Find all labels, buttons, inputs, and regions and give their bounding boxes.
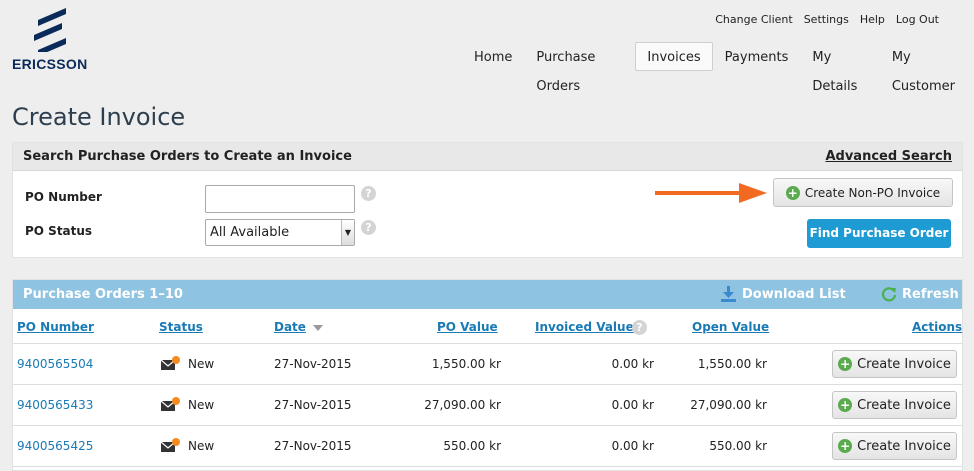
refresh-label: Refresh xyxy=(902,286,959,302)
new-envelope-icon xyxy=(161,397,180,411)
new-envelope-icon xyxy=(161,438,180,452)
nav-home[interactable]: Home xyxy=(462,42,524,71)
find-purchase-order-button[interactable]: Find Purchase Order xyxy=(807,219,951,248)
nav-my-details[interactable]: My Details xyxy=(800,42,879,94)
status-text: New xyxy=(188,357,215,371)
create-invoice-button[interactable]: + Create Invoice xyxy=(832,432,957,460)
sort-desc-icon xyxy=(312,324,323,331)
open-value-text: 550.00 kr xyxy=(709,439,767,453)
table-row: 9400565433 New 27-Nov-2015 27,090.00 kr … xyxy=(13,385,962,426)
search-panel-title: Search Purchase Orders to Create an Invo… xyxy=(23,149,352,164)
invoiced-value-text: 0.00 kr xyxy=(611,398,654,412)
nav-purchase-orders[interactable]: Purchase Orders xyxy=(524,42,635,94)
ericsson-logo[interactable]: ERICSSON xyxy=(12,8,92,74)
nav-invoices[interactable]: Invoices xyxy=(635,42,713,71)
plus-icon: + xyxy=(838,439,853,453)
invoiced-value-text: 0.00 kr xyxy=(611,439,654,453)
col-po-value[interactable]: PO Value xyxy=(437,320,498,334)
nav-my-customer[interactable]: My Customer xyxy=(880,42,974,94)
date-text: 27-Nov-2015 xyxy=(274,398,352,412)
col-po-number[interactable]: PO Number xyxy=(17,320,94,334)
table-header: PO Number Status Date PO Value Invoiced … xyxy=(13,309,962,344)
refresh-button[interactable]: Refresh xyxy=(881,286,959,302)
po-status-label: PO Status xyxy=(25,224,93,238)
po-number-link[interactable]: 9400565504 xyxy=(17,357,93,371)
change-client-link[interactable]: Change Client xyxy=(715,13,792,26)
open-value-text: 1,550.00 kr xyxy=(697,357,767,371)
invoiced-value-text: 0.00 kr xyxy=(611,357,654,371)
col-status[interactable]: Status xyxy=(159,320,203,334)
log-out-link[interactable]: Log Out xyxy=(896,13,939,26)
status-text: New xyxy=(188,439,215,453)
download-list-label: Download List xyxy=(742,286,846,302)
col-invoiced-value[interactable]: Invoiced Value xyxy=(535,320,634,334)
col-actions[interactable]: Actions xyxy=(912,320,962,334)
ericsson-logo-icon xyxy=(34,8,66,52)
po-value-text: 550.00 kr xyxy=(443,439,501,453)
purchase-orders-title: Purchase Orders 1–10 xyxy=(23,287,183,302)
po-number-link[interactable]: 9400565425 xyxy=(17,439,93,453)
col-open-value[interactable]: Open Value xyxy=(692,320,769,334)
advanced-search-link[interactable]: Advanced Search xyxy=(825,149,952,164)
download-icon xyxy=(721,286,736,302)
po-number-label: PO Number xyxy=(25,190,102,204)
plus-icon: + xyxy=(785,185,800,200)
settings-link[interactable]: Settings xyxy=(804,13,849,26)
po-number-input[interactable] xyxy=(205,185,355,213)
plus-icon: + xyxy=(838,398,853,412)
table-row: 9400565425 New 27-Nov-2015 550.00 kr 0.0… xyxy=(13,426,962,467)
po-value-text: 1,550.00 kr xyxy=(431,357,501,371)
pointer-arrow-icon xyxy=(655,183,767,203)
purchase-orders-header: Purchase Orders 1–10 Download List Refre… xyxy=(13,280,962,309)
page-title: Create Invoice xyxy=(12,103,186,131)
create-invoice-label: Create Invoice xyxy=(857,397,951,413)
plus-icon: + xyxy=(838,357,853,371)
search-panel-header: Search Purchase Orders to Create an Invo… xyxy=(13,143,962,171)
refresh-icon xyxy=(881,287,897,302)
select-arrow-icon: ▼ xyxy=(341,220,354,245)
po-value-text: 27,090.00 kr xyxy=(424,398,501,412)
date-text: 27-Nov-2015 xyxy=(274,357,352,371)
create-invoice-label: Create Invoice xyxy=(857,438,951,454)
col-date: Date xyxy=(274,320,306,334)
create-non-po-invoice-label: Create Non-PO Invoice xyxy=(804,185,941,200)
search-panel: Search Purchase Orders to Create an Invo… xyxy=(12,142,963,258)
po-status-help-icon[interactable]: ? xyxy=(361,220,376,235)
purchase-orders-panel: Purchase Orders 1–10 Download List Refre… xyxy=(12,279,963,471)
create-non-po-invoice-button[interactable]: + Create Non-PO Invoice xyxy=(773,178,953,207)
create-invoice-button[interactable]: + Create Invoice xyxy=(832,350,957,378)
po-status-select[interactable]: All Available ▼ xyxy=(205,219,355,246)
main-nav: Home Purchase Orders Invoices Payments M… xyxy=(462,42,974,94)
po-number-link[interactable]: 9400565433 xyxy=(17,398,93,412)
help-link[interactable]: Help xyxy=(860,13,885,26)
nav-payments[interactable]: Payments xyxy=(713,42,801,71)
create-invoice-button[interactable]: + Create Invoice xyxy=(832,391,957,419)
invoiced-value-help-icon[interactable]: ? xyxy=(632,320,647,335)
create-invoice-label: Create Invoice xyxy=(857,356,951,372)
col-date-header[interactable]: Date xyxy=(274,320,323,334)
download-list-button[interactable]: Download List xyxy=(721,286,846,302)
table-row: 9400565504 New 27-Nov-2015 1,550.00 kr 0… xyxy=(13,344,962,385)
ericsson-logo-text: ERICSSON xyxy=(12,56,88,72)
date-text: 27-Nov-2015 xyxy=(274,439,352,453)
new-envelope-icon xyxy=(161,356,180,370)
po-number-help-icon[interactable]: ? xyxy=(361,186,376,201)
po-status-value: All Available xyxy=(210,225,290,240)
status-text: New xyxy=(188,398,215,412)
utility-links: Change Client Settings Help Log Out xyxy=(715,13,939,26)
open-value-text: 27,090.00 kr xyxy=(690,398,767,412)
